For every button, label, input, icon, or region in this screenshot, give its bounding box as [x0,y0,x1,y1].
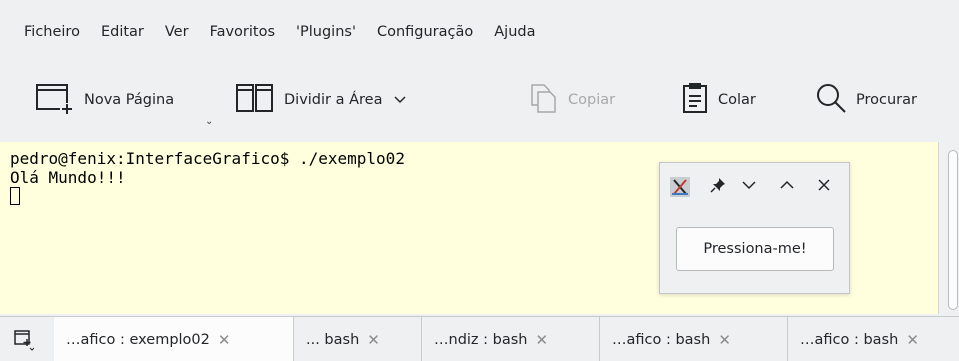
tab-exemplo02[interactable]: …afico : exemplo02 ✕ [54,317,294,361]
tab-bash-4[interactable]: …afico : bash ✕ [788,317,959,361]
close-icon[interactable] [817,177,831,196]
close-icon[interactable]: ✕ [218,331,231,349]
pin-icon[interactable] [710,177,726,197]
menubar: Ficheiro Editar Ver Favoritos 'Plugins' … [0,0,959,64]
press-me-button[interactable]: Pressiona-me! [676,227,834,271]
minimize-icon[interactable] [742,177,756,196]
tab-bash-2[interactable]: …ndiz : bash ✕ [422,317,600,361]
tab-label: …ndiz : bash [434,331,528,348]
menu-configuracao[interactable]: Configuração [377,24,473,40]
find-button[interactable]: Procurar [816,80,917,120]
app-window: Pressiona-me! [659,162,850,294]
tab-label: ... bash [306,331,360,348]
menu-ficheiro[interactable]: Ficheiro [24,24,80,40]
window-titlebar[interactable] [660,163,849,209]
tab-label: …afico : bash [612,331,711,348]
menu-plugins[interactable]: 'Plugins' [296,24,356,40]
split-view-label: Dividir a Área [284,92,383,108]
copy-icon [530,83,558,117]
maximize-icon[interactable] [780,177,794,196]
tab-bash-1[interactable]: ... bash ✕ [294,317,422,361]
close-icon[interactable]: ✕ [367,331,380,349]
menu-ver[interactable]: Ver [165,24,189,40]
chevron-down-icon [394,92,407,108]
menu-favoritos[interactable]: Favoritos [210,24,275,40]
new-page-button[interactable]: Nova Página [36,80,174,120]
paste-icon [682,82,708,118]
split-view-button[interactable]: Dividir a Área [236,80,407,120]
tab-label: …afico : exemplo02 [66,331,210,348]
copy-button[interactable]: Copiar [530,80,615,120]
new-tab-icon [36,81,74,119]
copy-label: Copiar [568,92,616,108]
search-icon [816,83,846,117]
chevron-down-icon[interactable]: ⌄ [205,116,213,127]
menu-ajuda[interactable]: Ajuda [494,24,535,40]
tab-bash-3[interactable]: …afico : bash ✕ [600,317,788,361]
find-label: Procurar [856,92,917,108]
split-view-icon [236,83,274,117]
close-icon[interactable]: ✕ [535,331,548,349]
paste-button[interactable]: Colar [682,80,756,120]
tab-bar: …afico : exemplo02 ✕ ... bash ✕ …ndiz : … [0,316,959,361]
new-tab-icon[interactable] [14,329,35,355]
scrollbar-handle[interactable] [948,150,958,310]
terminal-cursor [10,187,20,205]
tab-label: …afico : bash [800,331,899,348]
app-icon[interactable] [670,177,690,201]
new-page-label: Nova Página [84,92,175,108]
menu-editar[interactable]: Editar [101,24,144,40]
paste-label: Colar [718,92,756,108]
close-icon[interactable]: ✕ [906,331,919,349]
close-icon[interactable]: ✕ [718,331,731,349]
toolbar: Nova Página ⌄ Dividir a Área Copiar Cola… [0,64,959,140]
